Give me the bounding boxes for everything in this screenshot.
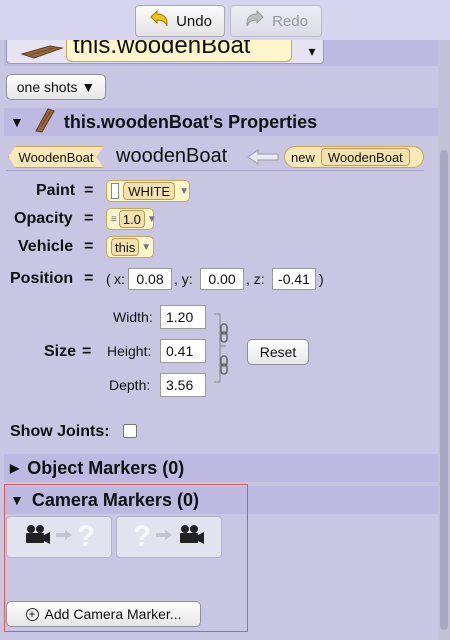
reset-size-button[interactable]: Reset (247, 339, 309, 365)
collapse-triangle-icon: ▼ (10, 114, 24, 130)
redo-label: Redo (272, 12, 308, 30)
properties-title: this.woodenBoat's Properties (63, 111, 318, 132)
scrollbar-thumb[interactable] (440, 150, 448, 630)
assign-arrow-icon (246, 148, 280, 171)
opacity-equals: = (84, 210, 94, 227)
type-chip[interactable]: WoodenBoat (8, 146, 104, 168)
position-equals: = (84, 270, 94, 287)
position-z-field[interactable]: -0.41 (272, 268, 316, 290)
vehicle-value: this (111, 238, 140, 256)
expand-triangle-icon: ▶ (10, 461, 20, 475)
depth-field[interactable]: 3.56 (160, 373, 206, 397)
redo-button[interactable]: Redo (230, 5, 322, 37)
paint-value-tile[interactable]: WHITE ▼ (106, 180, 190, 202)
position-label: Position (10, 270, 74, 287)
opacity-label: Opacity (14, 210, 73, 227)
width-label: Width: (113, 309, 153, 325)
paint-value: WHITE (123, 182, 176, 200)
redo-icon (244, 9, 266, 33)
new-label: new (291, 149, 315, 165)
undo-button[interactable]: Undo (135, 5, 225, 37)
position-x-field[interactable]: 0.08 (128, 268, 172, 290)
dropdown-arrow-icon: ▼ (146, 213, 157, 225)
object-markers-label: Object Markers (0) (27, 457, 185, 478)
vehicle-label: Vehicle (18, 238, 74, 255)
divider (6, 170, 424, 171)
show-joints-label: Show Joints: (10, 423, 110, 440)
color-swatch-icon (111, 183, 120, 199)
position-y-label: , y: (174, 271, 193, 287)
opacity-value-tile[interactable]: ≡ 1.0 ▼ (106, 208, 157, 230)
position-x-label: x: (114, 271, 125, 287)
slider-icon: ≡ (111, 213, 117, 225)
constructor-tile[interactable]: new WoodenBoat (284, 146, 424, 168)
position-open-paren: ( (106, 271, 111, 287)
header-expression-tile[interactable]: this.woodenBoat (66, 40, 292, 62)
object-markers-header[interactable]: ▶ Object Markers (0) (4, 454, 438, 482)
depth-label: Depth: (109, 377, 151, 393)
undo-icon (148, 9, 170, 33)
position-z-label: , z: (246, 271, 265, 287)
highlight-outline (4, 484, 248, 632)
instance-name: woodenBoat (116, 145, 228, 167)
header-dropdown-button[interactable]: ▾ (300, 40, 324, 62)
width-field[interactable]: 1.20 (160, 305, 206, 329)
one-shots-button[interactable]: one shots ▼ (6, 74, 106, 100)
wooden-boat-icon (32, 107, 56, 138)
dropdown-arrow-icon: ▼ (179, 185, 189, 197)
wooden-boat-icon (20, 42, 64, 67)
toolbar (0, 0, 450, 40)
properties-section-header[interactable]: ▼ this.woodenBoat's Properties (4, 107, 438, 138)
dropdown-arrow-icon: ▼ (141, 241, 152, 253)
height-label: Height: (107, 343, 152, 359)
vehicle-equals: = (84, 238, 94, 255)
constructor-type-chip: WoodenBoat (320, 148, 410, 166)
header-tile-text: this.woodenBoat (73, 40, 251, 59)
size-equals: = (82, 343, 92, 360)
opacity-value: 1.0 (118, 210, 145, 228)
paint-label: Paint (36, 182, 76, 199)
position-y-field[interactable]: 0.00 (200, 268, 244, 290)
height-field[interactable]: 0.41 (160, 339, 206, 363)
size-label: Size (44, 343, 77, 360)
show-joints-checkbox[interactable] (123, 424, 137, 438)
position-close-paren: ) (319, 271, 324, 287)
vehicle-value-tile[interactable]: this ▼ (106, 236, 154, 258)
undo-label: Undo (176, 12, 212, 30)
paint-equals: = (84, 182, 94, 199)
link-chain-icon[interactable] (212, 308, 230, 391)
